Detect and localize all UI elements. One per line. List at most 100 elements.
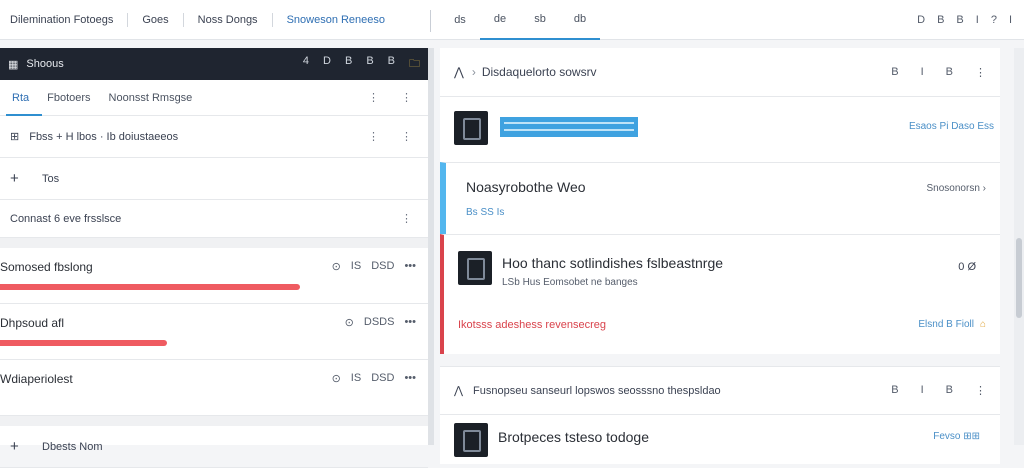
tool-icon[interactable]: B	[345, 55, 352, 74]
tool-icon[interactable]: I	[921, 384, 924, 397]
tool-icon[interactable]: B	[891, 384, 898, 397]
tool-icon[interactable]: B	[956, 14, 963, 26]
more-icon[interactable]: •••	[404, 316, 416, 329]
tool-icon[interactable]: B	[366, 55, 373, 74]
top-bar: Dilemination Fotoegs Goes Noss Dongs Sno…	[0, 0, 1024, 40]
tool-icon[interactable]: D	[323, 55, 331, 74]
item-name: Dhpsoud afl	[0, 316, 65, 330]
card-action-link[interactable]: Snosonorsn ›	[927, 183, 986, 194]
nav-item-3[interactable]: Noss Dongs	[198, 14, 258, 26]
breadcrumb[interactable]: Fbss + H lbos · Ib doiustaeeos	[29, 131, 178, 143]
more-icon[interactable]: ⋮	[401, 130, 412, 143]
filter-icon[interactable]: ⋀	[454, 65, 464, 79]
footer-label: Dbests Nom	[42, 440, 103, 453]
thumbnail-image	[454, 423, 488, 457]
add-row[interactable]: + Tos	[0, 158, 428, 200]
list-item[interactable]: Wdiaperiolest ⊙ IS DSD •••	[0, 360, 428, 416]
tab-1[interactable]: ds	[440, 0, 480, 40]
list-item[interactable]: Dhpsoud afl ⊙ DSDS •••	[0, 304, 428, 360]
tab-4[interactable]: db	[560, 0, 600, 40]
feed-card[interactable]: Brotpeces tsteso todoge Fevso ⊞⊞	[440, 414, 1000, 464]
item-meta: DSDS	[363, 316, 395, 328]
top-nav: Dilemination Fotoegs Goes Noss Dongs Sno…	[0, 0, 399, 40]
list-item[interactable]: Somosed fbslong ⊙ IS DSD •••	[0, 248, 428, 304]
more-icon[interactable]: ⋮	[975, 384, 986, 397]
tool-icon[interactable]: I	[976, 14, 979, 26]
card-action-link[interactable]: Esaos Pi Daso Ess	[909, 121, 994, 132]
panel-title: Shoous	[26, 58, 64, 70]
panel-splitter[interactable]	[428, 48, 434, 445]
subtab-1[interactable]: Rta	[12, 92, 29, 104]
tool-icon[interactable]: 4	[303, 55, 309, 74]
item-name: Wdiaperiolest	[0, 372, 73, 386]
subtab-3[interactable]: Noonsst Rmsgse	[109, 92, 193, 104]
tab-2[interactable]: de	[480, 0, 520, 40]
nav-divider	[182, 12, 184, 27]
filter-icon[interactable]: ⋀	[454, 384, 463, 397]
more-icon[interactable]: ⋮	[401, 212, 412, 225]
feed-card[interactable]: Esaos Pi Daso Ess	[440, 96, 1000, 162]
grid-icon[interactable]: ⊞	[10, 130, 19, 143]
help-icon[interactable]: ?	[991, 14, 997, 26]
subtab-2[interactable]: Fbotoers	[47, 92, 90, 104]
card-subtitle[interactable]: Bs SS Is	[466, 207, 504, 218]
footer-row[interactable]: + Dbests Nom	[0, 426, 428, 468]
item-meta: DSD	[371, 372, 395, 384]
folder-icon: ⌂	[979, 319, 986, 330]
plus-icon[interactable]: +	[10, 438, 28, 455]
item-meta: IS	[350, 260, 362, 272]
panel-menu-icon[interactable]: ▦	[8, 58, 18, 71]
more-icon[interactable]: ⋮	[368, 130, 379, 143]
card-tag[interactable]: Ikotsss adeshess revensecreg	[458, 319, 606, 331]
progress-bar	[0, 340, 167, 346]
item-meta: DSD	[371, 260, 395, 272]
thumbnail-image	[458, 251, 492, 285]
card-action-link[interactable]: Elsnd B Fioll ⌂	[918, 319, 986, 330]
section-label: Connast 6 eve frsslsce	[10, 212, 122, 225]
nav-item-1[interactable]: Dilemination Fotoegs	[10, 14, 113, 26]
more-icon[interactable]: •••	[404, 372, 416, 385]
chevron-right-icon: ›	[471, 65, 476, 79]
selected-text-highlight	[500, 117, 638, 137]
nav-item-2[interactable]: Goes	[142, 14, 168, 26]
item-name: Somosed fbslong	[0, 260, 93, 274]
tool-icon[interactable]: I	[1009, 14, 1012, 26]
thumbnail-image	[454, 111, 488, 145]
card-meta[interactable]: 0 Ø	[958, 261, 976, 273]
folder-icon[interactable]: 🗀	[409, 55, 420, 74]
tool-icon[interactable]: B	[388, 55, 395, 74]
item-meta: IS	[350, 372, 362, 384]
panel-tools: 4 D B B B 🗀	[303, 55, 420, 74]
feed-card-alert[interactable]: Hoo thanc sotlindishes fslbeastnrge LSb …	[440, 234, 1000, 354]
tool-icon[interactable]: B	[937, 14, 944, 26]
card-description: LSb Hus Eomsobet ne banges	[502, 277, 638, 288]
tool-icon[interactable]: B	[946, 384, 953, 397]
tool-icon[interactable]: D	[917, 14, 925, 26]
more-icon[interactable]: ⋮	[975, 66, 986, 79]
left-panel-header: ▦ Shoous 4 D B B B 🗀	[0, 48, 428, 80]
more-icon[interactable]: ⋮	[368, 91, 379, 104]
card-action-link[interactable]: Fevso ⊞⊞	[933, 431, 980, 442]
spacer	[0, 416, 428, 426]
card-title: Hoo thanc sotlindishes fslbeastnrge	[502, 255, 724, 271]
progress-bar	[0, 284, 300, 290]
tool-icon[interactable]: B	[946, 66, 953, 79]
view-tabs: ds de sb db	[440, 0, 600, 40]
toolbar-divider	[430, 10, 431, 32]
feed-card-highlighted[interactable]: Noasyrobothe Weo Bs SS Is Snosonorsn ›	[440, 162, 1000, 234]
tool-icon[interactable]: B	[891, 66, 898, 79]
more-icon[interactable]: ⋮	[401, 91, 412, 104]
tab-3[interactable]: sb	[520, 0, 560, 40]
tool-icon[interactable]: I	[921, 66, 924, 79]
plus-icon[interactable]: +	[10, 170, 28, 187]
status-icon: ⊙	[344, 317, 354, 329]
spacer	[0, 238, 428, 248]
scrollbar-thumb[interactable]	[1016, 238, 1022, 318]
card-title: Brotpeces tsteso todoge	[498, 429, 649, 445]
section-title: Fusnopseu sanseurl lopswos seosssno thes…	[473, 384, 721, 397]
more-icon[interactable]: •••	[404, 260, 416, 273]
scrollbar[interactable]	[1014, 48, 1024, 445]
nav-item-4[interactable]: Snoweson Reneeso	[287, 14, 385, 26]
left-panel: ▦ Shoous 4 D B B B 🗀 Rta Fbotoers Noonss…	[0, 48, 428, 468]
